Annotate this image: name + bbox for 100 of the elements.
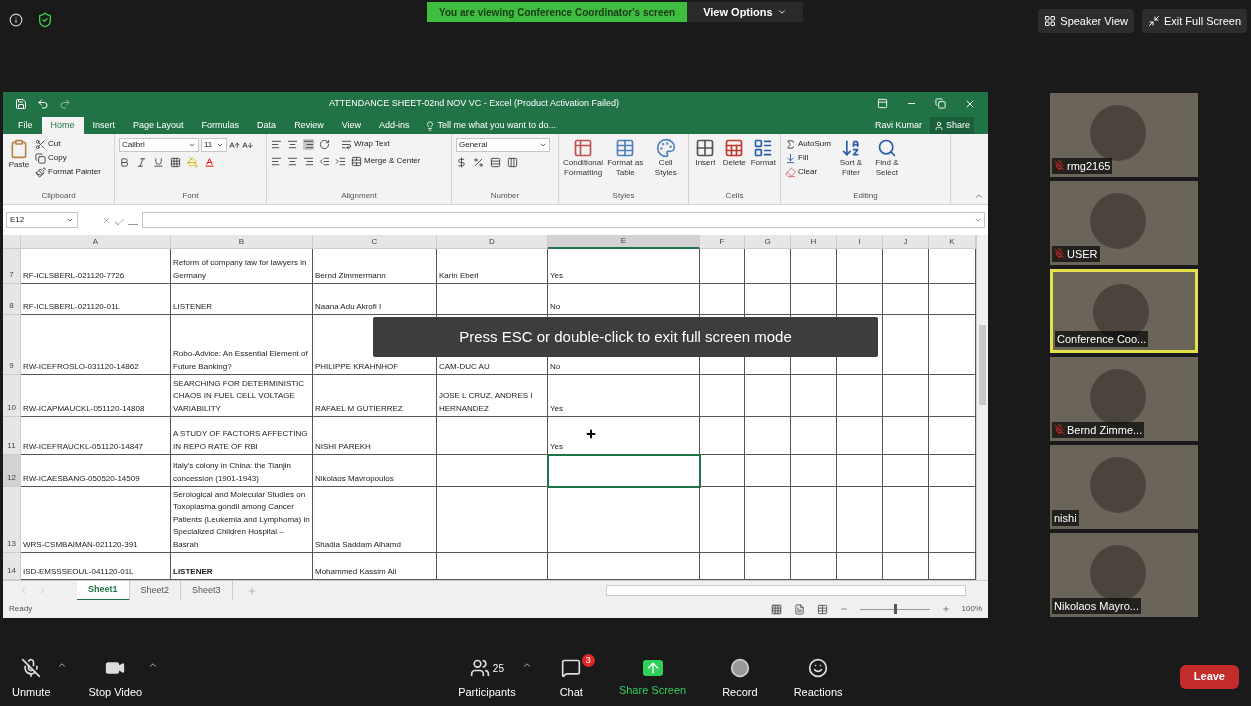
increase-decimal-icon[interactable]: [490, 157, 501, 168]
row-header[interactable]: 10: [3, 375, 21, 417]
video-tile[interactable]: Nikolaos Mayro...: [1050, 533, 1198, 617]
share-button[interactable]: Share: [929, 117, 974, 134]
ribbon-tab[interactable]: Data: [248, 117, 286, 134]
font-size-field[interactable]: 11: [201, 138, 227, 152]
video-tile[interactable]: nishi: [1050, 445, 1198, 529]
align-left-icon[interactable]: [271, 155, 282, 167]
cells-button[interactable]: Delete: [721, 138, 747, 190]
speaker-view-button[interactable]: Speaker View: [1038, 9, 1134, 33]
row-header[interactable]: 9: [3, 315, 21, 375]
copy-button[interactable]: Copy: [35, 152, 101, 164]
ribbon-tab[interactable]: Page Layout: [124, 117, 193, 134]
clear-button[interactable]: Clear: [785, 166, 831, 178]
font-name-field[interactable]: Calibri: [119, 138, 199, 152]
toolbar-button[interactable]: 25 Participants: [458, 658, 516, 701]
column-header[interactable]: C: [313, 235, 437, 249]
toolbar-button[interactable]: Stop Video: [88, 658, 143, 701]
active-cell[interactable]: [548, 455, 700, 487]
middle-align-icon[interactable]: [287, 138, 298, 150]
toolbar-button[interactable]: Share Screen: [618, 660, 687, 699]
cells-button[interactable]: Format: [750, 138, 776, 190]
video-tile[interactable]: Bernd Zimme...: [1050, 357, 1198, 441]
find-select-button[interactable]: Find & Select: [870, 138, 903, 190]
video-tile[interactable]: rmg2165: [1050, 93, 1198, 177]
toolbar-button[interactable]: Record: [722, 658, 758, 701]
video-tile[interactable]: USER: [1050, 181, 1198, 265]
underline-icon[interactable]: [153, 157, 164, 168]
cells-button[interactable]: Insert: [693, 138, 718, 190]
cut-button[interactable]: Cut: [35, 138, 101, 150]
style-button[interactable]: Cell Styles: [647, 138, 684, 190]
info-icon[interactable]: [9, 13, 23, 27]
row-header[interactable]: 13: [3, 487, 21, 553]
autosum-button[interactable]: AutoSum: [785, 138, 831, 150]
toolbar-button[interactable]: Chat: [559, 658, 583, 701]
shrink-font-icon[interactable]: [242, 139, 253, 151]
ribbon-display-icon[interactable]: [877, 98, 888, 109]
normal-view-icon[interactable]: [770, 603, 782, 615]
column-header[interactable]: G: [745, 235, 791, 249]
bold-icon[interactable]: [119, 157, 130, 168]
sort-filter-button[interactable]: Sort & Filter: [834, 138, 867, 190]
borders-icon[interactable]: [170, 157, 181, 168]
video-tile[interactable]: Conference Coo...: [1050, 269, 1198, 353]
restore-icon[interactable]: [935, 98, 946, 109]
column-header[interactable]: I: [837, 235, 883, 249]
ribbon-tab[interactable]: Home: [41, 117, 84, 134]
row-header[interactable]: 14: [3, 553, 21, 580]
ribbon-tab[interactable]: File: [9, 117, 42, 134]
row-header[interactable]: 11: [3, 417, 21, 455]
style-button[interactable]: Conditional Formatting: [563, 138, 603, 190]
column-header[interactable]: A: [21, 235, 171, 249]
percent-icon[interactable]: [473, 157, 484, 168]
zoom-thumb[interactable]: [893, 603, 897, 614]
align-center-icon[interactable]: [287, 155, 298, 167]
style-button[interactable]: Format as Table: [607, 138, 644, 190]
page-layout-icon[interactable]: [793, 603, 805, 615]
grow-font-icon[interactable]: [229, 139, 240, 151]
column-header[interactable]: F: [700, 235, 745, 249]
leave-button[interactable]: Leave: [1179, 664, 1239, 689]
top-align-icon[interactable]: [271, 138, 282, 150]
ribbon-tab[interactable]: Formulas: [192, 117, 249, 134]
merge-center-button[interactable]: Merge & Center: [351, 155, 421, 167]
paste-button[interactable]: Paste: [7, 138, 31, 190]
column-header[interactable]: H: [791, 235, 837, 249]
italic-icon[interactable]: [136, 157, 147, 168]
format-painter-button[interactable]: Format Painter: [35, 166, 101, 178]
view-options-button[interactable]: View Options: [687, 2, 803, 22]
column-header[interactable]: E: [548, 235, 700, 249]
save-icon[interactable]: [15, 97, 27, 110]
increase-indent-icon[interactable]: [335, 155, 346, 167]
number-format-field[interactable]: General: [456, 138, 550, 152]
orientation-icon[interactable]: [319, 138, 330, 150]
row-header[interactable]: 8: [3, 284, 21, 315]
wrap-text-button[interactable]: Wrap Text: [341, 138, 390, 150]
ribbon-tab[interactable]: Review: [285, 117, 333, 134]
page-break-icon[interactable]: [816, 603, 828, 615]
align-right-icon[interactable]: [303, 155, 314, 167]
currency-icon[interactable]: [456, 157, 467, 168]
exit-full-screen-button[interactable]: Exit Full Screen: [1141, 9, 1247, 33]
ribbon-tab[interactable]: Insert: [83, 117, 125, 134]
undo-icon[interactable]: [37, 97, 49, 110]
decrease-decimal-icon[interactable]: [507, 157, 518, 168]
decrease-indent-icon[interactable]: [319, 155, 330, 167]
shield-icon[interactable]: [37, 12, 53, 28]
horizontal-scrollbar[interactable]: [606, 585, 966, 596]
toolbar-button[interactable]: Reactions: [793, 658, 843, 701]
fill-color-icon[interactable]: [187, 157, 198, 168]
font-color-icon[interactable]: [204, 157, 215, 168]
vertical-scrollbar[interactable]: [976, 235, 988, 580]
sheet-tab[interactable]: Sheet1: [77, 580, 130, 601]
tell-me-field[interactable]: Tell me what you want to do...: [424, 117, 557, 134]
toolbar-button[interactable]: Unmute: [12, 658, 51, 701]
column-header[interactable]: B: [171, 235, 313, 249]
column-header[interactable]: D: [437, 235, 548, 249]
bottom-align-icon[interactable]: [303, 138, 314, 150]
row-header[interactable]: 7: [3, 249, 21, 284]
row-header[interactable]: 12: [3, 455, 21, 487]
ribbon-tab[interactable]: Add-ins: [370, 117, 419, 134]
column-header[interactable]: J: [883, 235, 929, 249]
ribbon-tab[interactable]: View: [332, 117, 370, 134]
